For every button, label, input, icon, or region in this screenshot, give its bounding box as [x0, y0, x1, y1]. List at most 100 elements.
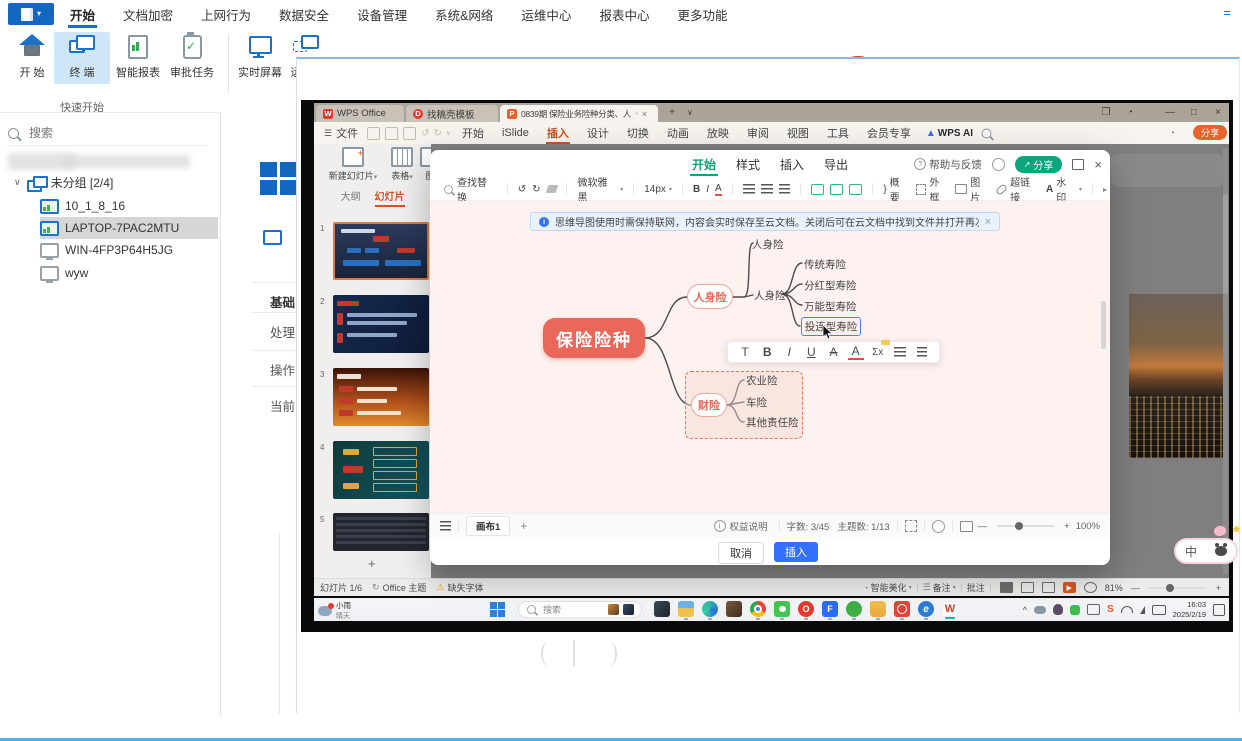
insert-relation-icon[interactable]: [849, 183, 863, 195]
zoom-out-button[interactable]: —: [1131, 583, 1140, 593]
mindmap-node-property[interactable]: 财险: [691, 393, 727, 417]
new-tab-button[interactable]: +: [662, 103, 682, 122]
menu-item-report-center[interactable]: 报表中心: [585, 0, 663, 28]
format-painter-icon[interactable]: [545, 185, 558, 193]
gallery-app-icon[interactable]: [726, 601, 742, 617]
text-button[interactable]: T: [737, 344, 753, 360]
font-size-select[interactable]: 14px ▾: [644, 184, 672, 195]
skin-icon[interactable]: ◔: [1120, 103, 1140, 122]
undo-icon[interactable]: ↺: [421, 128, 429, 139]
mindmap-node[interactable]: 其他责任险: [746, 415, 799, 430]
comments-label[interactable]: 批注: [967, 581, 985, 594]
align-right-icon[interactable]: [778, 184, 791, 194]
beautify-label[interactable]: 智能美化: [871, 581, 907, 594]
mindmap-node[interactable]: 农业险: [746, 373, 778, 388]
toolbar-more-button[interactable]: ▸: [1103, 185, 1107, 194]
tab-slides[interactable]: 幻灯片: [374, 188, 405, 207]
feedback-icon[interactable]: [991, 157, 1005, 171]
popout-icon[interactable]: [1072, 158, 1085, 170]
windows-start-button[interactable]: [490, 602, 505, 617]
maximize-button[interactable]: □: [1184, 103, 1204, 122]
cloud-icon[interactable]: [1033, 605, 1046, 614]
sogou-icon[interactable]: S: [1107, 604, 1114, 615]
wifi-icon[interactable]: [1120, 606, 1133, 613]
formula-button[interactable]: Σx: [870, 340, 890, 360]
cancel-button[interactable]: 取消: [718, 542, 764, 564]
tab-pin-icon[interactable]: ◦: [635, 109, 638, 118]
add-canvas-button[interactable]: +: [520, 519, 527, 533]
menu-item-more[interactable]: 更多功能: [663, 0, 741, 28]
dialog-tab-export[interactable]: 导出: [822, 150, 850, 178]
file-explorer-icon[interactable]: [678, 601, 694, 620]
canvas-tab[interactable]: 画布1: [466, 516, 511, 536]
clock[interactable]: 16:03 2025/2/19: [1173, 600, 1206, 619]
app-logo-button[interactable]: ▾: [8, 3, 54, 25]
minimap-icon[interactable]: [959, 520, 973, 532]
feishu-icon[interactable]: F: [822, 601, 838, 620]
terminal-item-wyw[interactable]: wyw: [40, 262, 218, 284]
new-slide-button[interactable]: + 新建幻灯片▾: [322, 147, 384, 182]
slide-thumbnail-3[interactable]: [333, 368, 429, 426]
log-icon[interactable]: [1222, 7, 1232, 20]
menu-item-data-security[interactable]: 数据安全: [265, 0, 343, 28]
dialog-tab-insert[interactable]: 插入: [778, 150, 806, 178]
search-input[interactable]: [27, 125, 181, 141]
menu-item-device-mgmt[interactable]: 设备管理: [343, 0, 421, 28]
fullscreen-icon[interactable]: [1083, 582, 1097, 593]
wps-taskbar-icon[interactable]: W: [942, 601, 958, 619]
sync-icon[interactable]: ◔: [1169, 128, 1175, 139]
wps-menu-insert[interactable]: 插入: [538, 122, 578, 144]
wps-tab-home[interactable]: W WPS Office: [316, 105, 404, 122]
wps-menu-slideshow[interactable]: 放映: [698, 122, 738, 144]
align-left-icon[interactable]: [742, 184, 755, 194]
canvas-zoom-slider[interactable]: [997, 522, 1056, 530]
qq-icon[interactable]: [1052, 604, 1063, 615]
mindmap-node[interactable]: 人身险: [754, 288, 786, 303]
italic-button[interactable]: I: [781, 344, 797, 360]
ime-mascot-icon[interactable]: [1214, 543, 1227, 556]
undo-button[interactable]: ↺: [518, 184, 526, 195]
locate-icon[interactable]: [931, 519, 945, 533]
theme-label[interactable]: Office 主题: [383, 581, 427, 594]
menu-item-web-behavior[interactable]: 上网行为: [187, 0, 265, 28]
sorter-view-icon[interactable]: [1020, 582, 1034, 593]
toolbar-report-button[interactable]: 智能报表: [108, 32, 168, 80]
wps-menu-member[interactable]: 会员专享: [858, 122, 920, 144]
menu-item-doc-encrypt[interactable]: 文档加密: [109, 0, 187, 28]
add-slide-button[interactable]: +: [368, 556, 376, 571]
canvas-list-icon[interactable]: [440, 521, 451, 531]
redo-icon[interactable]: ↻: [433, 128, 441, 139]
scrollbar-thumb[interactable]: [1223, 194, 1228, 294]
slide-thumbnail-2[interactable]: [333, 295, 429, 353]
canvas-scrollbar-thumb[interactable]: [1101, 301, 1106, 349]
insert-button[interactable]: 插入: [774, 542, 818, 562]
volume-icon[interactable]: [1139, 605, 1145, 614]
terminal-item-win-4fp3p64h5jg[interactable]: WIN-4FP3P64H5JG: [40, 239, 218, 261]
ie-icon[interactable]: e: [918, 601, 934, 620]
slide-thumbnail-5[interactable]: [333, 513, 429, 551]
taskbar-search[interactable]: 搜索: [518, 601, 642, 618]
ime-widget[interactable]: 中 ★: [1172, 522, 1242, 568]
frame-button[interactable]: 外框: [915, 174, 950, 204]
save-icon[interactable]: [367, 126, 381, 140]
wps-share-button[interactable]: 分享: [1193, 125, 1227, 140]
wps-menu-start[interactable]: 开始: [453, 122, 493, 144]
notification-icon[interactable]: [1213, 603, 1225, 616]
share-button[interactable]: ↗ 分享: [1014, 155, 1063, 173]
wps-menu-tools[interactable]: 工具: [818, 122, 858, 144]
zoom-in-button[interactable]: +: [1064, 521, 1070, 532]
numbered-list-button[interactable]: [914, 344, 930, 360]
mindmap-node[interactable]: 人身险: [752, 237, 784, 252]
zoom-slider[interactable]: [1148, 583, 1207, 592]
layout-restore-icon[interactable]: ❐: [1096, 103, 1116, 122]
wps-menu-animation[interactable]: 动画: [658, 122, 698, 144]
mindmap-node-personal[interactable]: 人身险: [687, 284, 733, 309]
bold-button[interactable]: B: [693, 184, 700, 195]
mindmap-root-node[interactable]: 保险险种: [543, 318, 645, 358]
bold-button[interactable]: B: [759, 344, 775, 360]
slide-thumbnail-1[interactable]: [333, 222, 429, 280]
normal-view-icon[interactable]: [999, 582, 1013, 593]
wps-ai-label[interactable]: WPS AI: [938, 128, 973, 139]
mindmap-node[interactable]: 车险: [746, 395, 767, 410]
align-center-icon[interactable]: [760, 184, 773, 194]
